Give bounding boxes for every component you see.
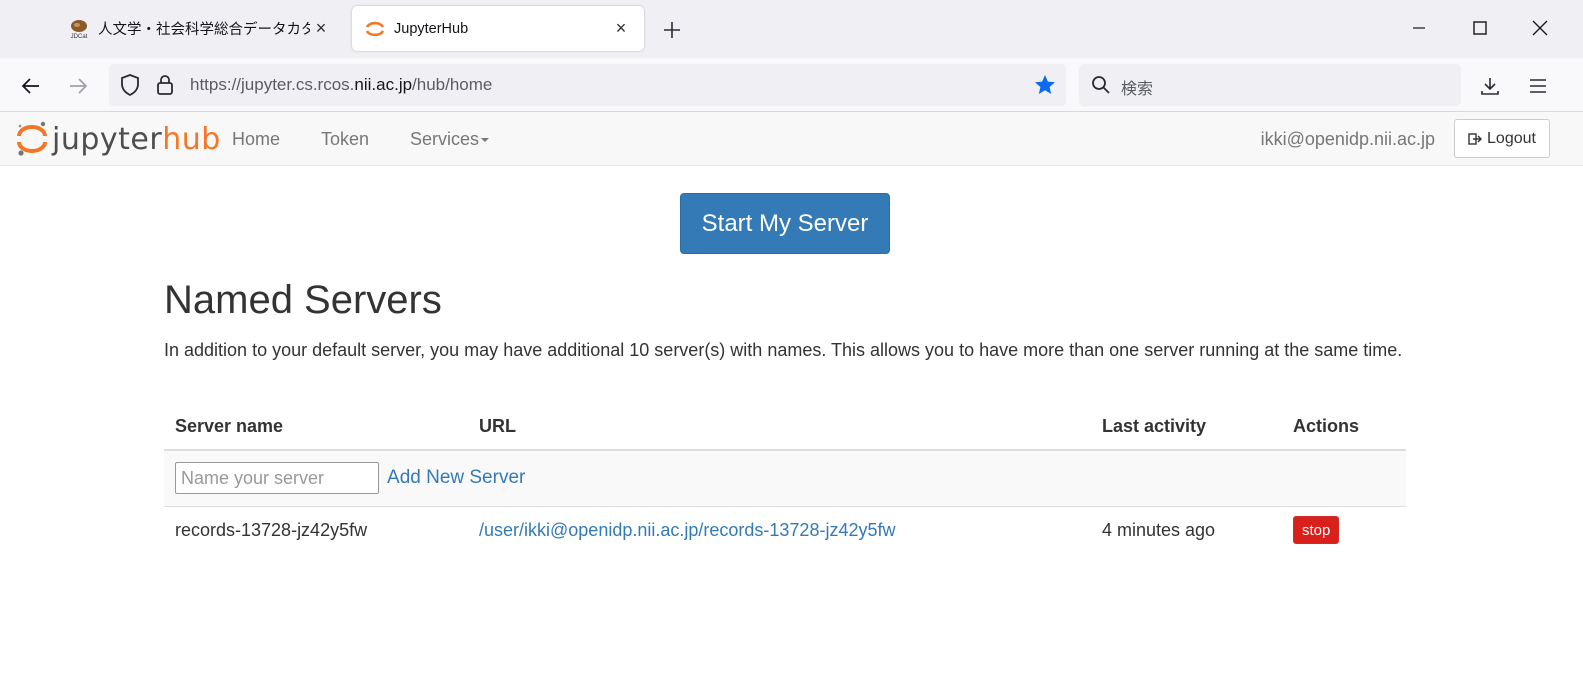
nav-link-home[interactable]: Home: [232, 129, 280, 150]
tab-title: 人文学・社会科学総合データカタ: [98, 22, 310, 38]
shield-icon[interactable]: [119, 73, 141, 102]
sign-out-icon: [1468, 132, 1483, 145]
tab-jupyterhub[interactable]: JupyterHub ×: [352, 6, 644, 51]
logo-word-jupyter: jupyter: [52, 121, 163, 157]
table-header-row: Server name URL Last activity Actions: [164, 404, 1406, 451]
logout-label: Logout: [1487, 129, 1536, 147]
add-server-row: Add New Server: [164, 449, 1406, 506]
back-arrow-icon[interactable]: [15, 70, 47, 102]
start-my-server-button[interactable]: Start My Server: [680, 193, 890, 254]
browser-toolbar: https://jupyter.cs.rcos.nii.ac.jp/hub/ho…: [0, 58, 1583, 112]
header-server-name: Server name: [164, 404, 468, 451]
jupyterhub-logo[interactable]: jupyter hub: [16, 120, 221, 158]
logout-button[interactable]: Logout: [1454, 119, 1550, 158]
caret-down-icon: [481, 138, 490, 143]
minimize-window-icon[interactable]: [1396, 8, 1442, 48]
tab-jdcat[interactable]: JDCat 人文学・社会科学総合データカタ ×: [56, 6, 344, 51]
maximize-window-icon[interactable]: [1457, 8, 1503, 48]
header-actions: Actions: [1282, 404, 1406, 451]
intro-text: In addition to your default server, you …: [164, 340, 1403, 360]
url-text[interactable]: https://jupyter.cs.rcos.nii.ac.jp/hub/ho…: [190, 75, 492, 95]
jupyter-favicon-icon: [364, 18, 386, 40]
forward-arrow-icon[interactable]: [62, 70, 94, 102]
jupyter-logo-icon: [17, 121, 47, 156]
close-window-icon[interactable]: [1517, 8, 1563, 48]
page-title: Named Servers: [164, 278, 442, 322]
download-icon[interactable]: [1474, 70, 1506, 102]
hamburger-menu-icon[interactable]: [1522, 70, 1554, 102]
svg-text:JDCat: JDCat: [71, 34, 88, 40]
header-url: URL: [468, 404, 1091, 451]
search-bar[interactable]: 検索: [1079, 64, 1461, 106]
server-name-cell: records-13728-jz42y5fw: [164, 505, 468, 554]
stop-server-button[interactable]: stop: [1293, 516, 1340, 545]
named-servers-table: Server name URL Last activity Actions Ad…: [164, 404, 1406, 554]
last-activity-cell: 4 minutes ago: [1091, 505, 1282, 554]
header-last-activity: Last activity: [1091, 404, 1282, 451]
server-url-link[interactable]: /user/ikki@openidp.nii.ac.jp/records-137…: [479, 520, 895, 540]
address-bar[interactable]: https://jupyter.cs.rcos.nii.ac.jp/hub/ho…: [109, 64, 1066, 106]
nav-link-token[interactable]: Token: [321, 129, 369, 150]
add-new-server-link[interactable]: Add New Server: [387, 467, 525, 488]
services-label: Services: [410, 129, 480, 149]
tab-title: JupyterHub: [394, 20, 469, 37]
close-tab-icon[interactable]: ×: [310, 18, 332, 40]
jdcat-favicon-icon: JDCat: [68, 18, 90, 40]
user-email: ikki@openidp.nii.ac.jp: [1260, 129, 1435, 149]
search-icon: [1091, 75, 1111, 100]
browser-tab-strip: JDCat 人文学・社会科学総合データカタ × JupyterHub ×: [0, 0, 1583, 58]
table-row: records-13728-jz42y5fw /user/ikki@openid…: [164, 505, 1406, 554]
nav-dropdown-services[interactable]: Services: [410, 129, 490, 150]
new-tab-plus-icon[interactable]: [656, 14, 688, 46]
lock-icon[interactable]: [155, 73, 175, 102]
logo-word-hub: hub: [162, 121, 221, 157]
search-placeholder: 検索: [1121, 81, 1154, 98]
server-name-input[interactable]: [175, 462, 379, 495]
jupyterhub-navbar: jupyter hub Home Token Services ikki@open…: [0, 112, 1583, 166]
bookmark-star-icon[interactable]: [1033, 73, 1057, 102]
close-tab-icon[interactable]: ×: [610, 18, 632, 40]
